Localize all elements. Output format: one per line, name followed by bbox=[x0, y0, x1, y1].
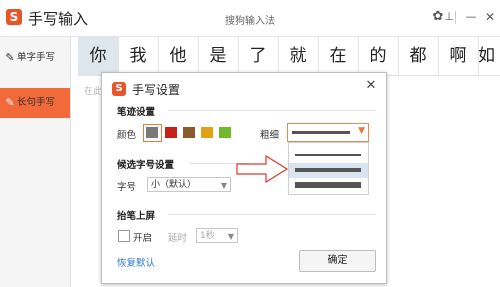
handwriting-window: S 手写输入 搜狗输入法 ✿ ⊥ — ✕ ✎ 单字手写 ✎ 长句手写 你 我 他… bbox=[0, 0, 500, 287]
annotation-arrow-icon bbox=[236, 154, 289, 184]
annotation-arrow-shape bbox=[236, 154, 289, 184]
